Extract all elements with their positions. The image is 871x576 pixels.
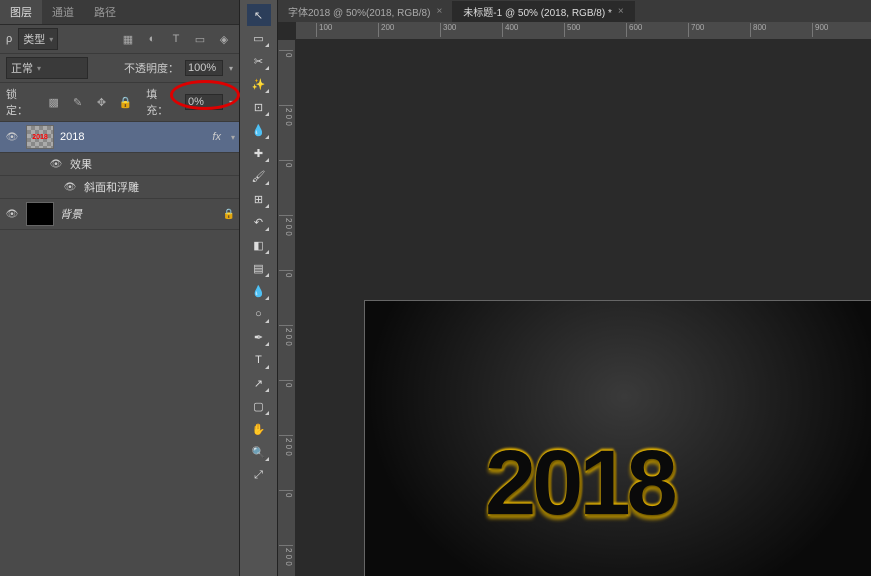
canvas[interactable]: 2018 (296, 40, 871, 576)
filter-adjust-icon[interactable]: ◐ (143, 30, 161, 48)
blend-dropdown[interactable]: 正常 (6, 57, 88, 79)
move-tool[interactable]: ↖ (247, 4, 271, 26)
heal-tool[interactable]: ✚ (247, 142, 271, 164)
effect-label: 效果 (70, 156, 235, 172)
brush-tool[interactable]: 🖌 (247, 165, 271, 187)
visibility-icon[interactable]: 👁 (4, 129, 20, 145)
zoom-tool[interactable]: 🔍 (247, 441, 271, 463)
lock-icon: 🔒 (223, 209, 235, 220)
fill-input[interactable] (185, 94, 223, 110)
filter-type-icon[interactable]: T (167, 30, 185, 48)
ruler-horizontal[interactable]: 100200300400500600700800900 (296, 22, 871, 40)
fx-toggle-icon[interactable]: ▾ (231, 133, 235, 142)
stamp-tool[interactable]: ⊞ (247, 188, 271, 210)
document-tabs: 字体2018 @ 50%(2018, RGB/8) × 未标题-1 @ 50% … (278, 0, 871, 22)
layer-effects[interactable]: 👁 效果 (0, 153, 239, 176)
type-tool[interactable]: T (247, 349, 271, 371)
ruler-vertical[interactable]: 02 0 002 0 002 0 002 0 002 0 0 (278, 40, 296, 576)
marquee-tool[interactable]: ▭ (247, 27, 271, 49)
visibility-icon[interactable]: 👁 (48, 156, 64, 172)
lock-all-icon[interactable]: 🔒 (116, 93, 134, 111)
panel-tabs: 图层 通道 路径 (0, 0, 239, 25)
doc-title: 字体2018 @ 50%(2018, RGB/8) (288, 4, 430, 19)
layer-background[interactable]: 👁 背景 🔒 (0, 199, 239, 230)
path-tool[interactable]: ↗ (247, 372, 271, 394)
opacity-dropdown-icon[interactable]: ▾ (229, 64, 233, 73)
swap-colors-tool[interactable]: ⤢ (247, 464, 271, 486)
gradient-tool[interactable]: ▤ (247, 257, 271, 279)
artboard: 2018 (364, 300, 871, 576)
pen-tool[interactable]: ✒ (247, 326, 271, 348)
layer-thumb[interactable] (26, 202, 54, 226)
history-brush-tool[interactable]: ↶ (247, 211, 271, 233)
layers-panel: 图层 通道 路径 ρ 类型 ▦ ◐ T ▭ ◈ 正常 不透明度： ▾ 锁定： ▩… (0, 0, 240, 576)
lasso-tool[interactable]: ✂ (247, 50, 271, 72)
lock-move-icon[interactable]: ✥ (93, 93, 111, 111)
layer-list: 👁 2018 2018 fx ▾ 👁 效果 👁 斜面和浮雕 👁 背景 🔒 (0, 122, 239, 576)
tab-paths[interactable]: 路径 (84, 0, 126, 24)
canvas-area: 字体2018 @ 50%(2018, RGB/8) × 未标题-1 @ 50% … (278, 0, 871, 576)
blur-tool[interactable]: 💧 (247, 280, 271, 302)
close-icon[interactable]: × (618, 6, 624, 17)
text-2018: 2018 (485, 431, 674, 536)
lock-paint-icon[interactable]: ✎ (69, 93, 87, 111)
filter-smart-icon[interactable]: ◈ (215, 30, 233, 48)
visibility-icon[interactable]: 👁 (4, 206, 20, 222)
close-icon[interactable]: × (436, 6, 442, 17)
layer-thumb[interactable]: 2018 (26, 125, 54, 149)
kind-dropdown[interactable]: 类型 (18, 28, 58, 50)
tab-layers[interactable]: 图层 (0, 0, 42, 24)
canvas-wrap: 02 0 002 0 002 0 002 0 002 0 0 2018 (278, 40, 871, 576)
doc-tab-2[interactable]: 未标题-1 @ 50% (2018, RGB/8) * × (453, 1, 634, 22)
opacity-label: 不透明度： (124, 60, 179, 76)
layer-name: 2018 (60, 131, 206, 143)
fill-dropdown-icon[interactable]: ▾ (229, 98, 233, 107)
toolbar: ↖ ▭ ✂ ✨ ⊡ 💧 ✚ 🖌 ⊞ ↶ ◧ ▤ 💧 ○ ✒ T ↗ ▢ ✋ 🔍 … (240, 0, 278, 576)
eraser-tool[interactable]: ◧ (247, 234, 271, 256)
crop-tool[interactable]: ⊡ (247, 96, 271, 118)
dodge-tool[interactable]: ○ (247, 303, 271, 325)
visibility-icon[interactable]: 👁 (62, 179, 78, 195)
tab-channels[interactable]: 通道 (42, 0, 84, 24)
eyedropper-tool[interactable]: 💧 (247, 119, 271, 141)
filter-pixel-icon[interactable]: ▦ (119, 30, 137, 48)
fx-badge[interactable]: fx (212, 131, 221, 143)
blend-row: 正常 不透明度： ▾ (0, 54, 239, 83)
lock-row: 锁定： ▩ ✎ ✥ 🔒 填充： ▾ (0, 83, 239, 122)
wand-tool[interactable]: ✨ (247, 73, 271, 95)
layer-2018[interactable]: 👁 2018 2018 fx ▾ (0, 122, 239, 153)
lock-label: 锁定： (6, 86, 39, 118)
lock-trans-icon[interactable]: ▩ (45, 93, 63, 111)
opacity-input[interactable] (185, 60, 223, 76)
doc-title: 未标题-1 @ 50% (2018, RGB/8) * (463, 4, 612, 19)
bevel-label: 斜面和浮雕 (84, 179, 235, 195)
doc-tab-1[interactable]: 字体2018 @ 50%(2018, RGB/8) × (278, 1, 453, 22)
hand-tool[interactable]: ✋ (247, 418, 271, 440)
layer-bevel[interactable]: 👁 斜面和浮雕 (0, 176, 239, 199)
shape-tool[interactable]: ▢ (247, 395, 271, 417)
layer-name: 背景 (60, 206, 217, 222)
fill-label: 填充： (146, 86, 179, 118)
filter-row: ρ 类型 ▦ ◐ T ▭ ◈ (0, 25, 239, 54)
filter-shape-icon[interactable]: ▭ (191, 30, 209, 48)
